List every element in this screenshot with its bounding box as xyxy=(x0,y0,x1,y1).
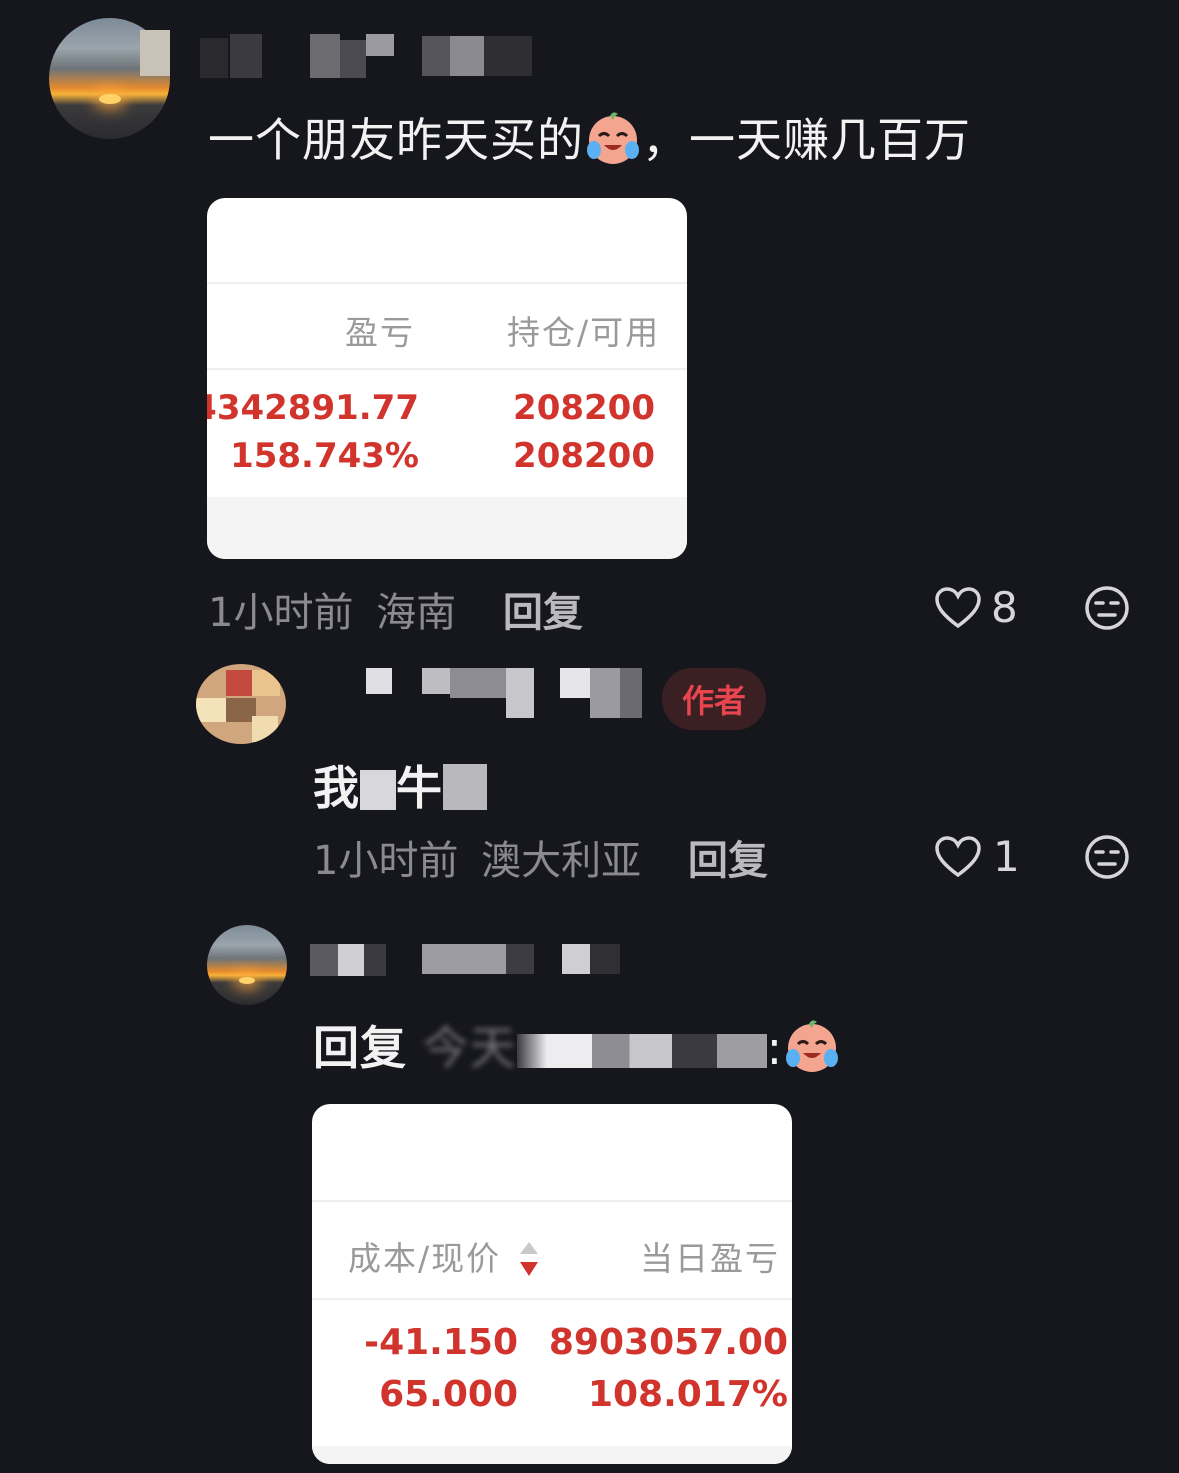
daily-pnl-percent: 108.017% xyxy=(587,1374,788,1415)
neutral-face-icon xyxy=(1085,586,1129,630)
crying-laughing-emoji xyxy=(587,112,639,164)
like-button[interactable]: 8 xyxy=(935,583,1025,635)
redacted-block xyxy=(516,1034,767,1068)
timestamp: 1小时前 xyxy=(208,590,354,636)
avatar[interactable] xyxy=(196,664,286,744)
daily-pnl-amount: 8903057.00 xyxy=(548,1322,788,1363)
reply-prefix: 回复 xyxy=(313,1021,407,1075)
reply-text: 我牛 xyxy=(313,752,487,818)
position-total: 208200 xyxy=(513,388,655,428)
quoted-text-redacted: 今天 xyxy=(422,1021,517,1075)
current-price: 65.000 xyxy=(379,1374,518,1415)
timestamp: 1小时前 xyxy=(313,838,459,884)
column-header-pnl: 盈亏 xyxy=(345,313,415,352)
sort-arrows-icon xyxy=(519,1242,538,1276)
comment-meta: 1小时前 海南 回复 xyxy=(208,580,583,638)
column-header-cost-price: 成本/现价 xyxy=(348,1232,540,1280)
author-badge: 作者 xyxy=(662,668,767,730)
column-header-daily-pnl: 当日盈亏 xyxy=(640,1239,780,1278)
avatar[interactable] xyxy=(207,925,287,1005)
neutral-face-icon xyxy=(1085,835,1129,879)
reply-button[interactable]: 回复 xyxy=(503,590,583,636)
reply-to-line: 回复 今天: xyxy=(313,1012,841,1078)
reply-button[interactable]: 回复 xyxy=(688,838,768,884)
dislike-button[interactable] xyxy=(1084,585,1130,635)
heart-outline-icon xyxy=(935,836,981,878)
pnl-amount: 4342891.77 xyxy=(207,388,419,428)
like-count: 1 xyxy=(993,832,1020,881)
pnl-percent: 158.743% xyxy=(230,436,419,476)
position-available: 208200 xyxy=(513,436,655,476)
comment-meta: 1小时前 澳大利亚 回复 xyxy=(313,828,768,886)
like-count: 8 xyxy=(991,583,1018,632)
redacted-char xyxy=(443,764,487,810)
crying-laughing-emoji xyxy=(786,1020,839,1072)
location: 澳大利亚 xyxy=(481,838,642,884)
redacted-char xyxy=(360,770,396,810)
column-header-position: 持仓/可用 xyxy=(507,313,661,352)
screenshot-card[interactable]: 成本/现价 当日盈亏 -41.150 65.000 8903057.00 108… xyxy=(312,1104,792,1464)
screenshot-card[interactable]: 盈亏 持仓/可用 4342891.77 158.743% 208200 2082… xyxy=(207,198,687,559)
cost-value: -41.150 xyxy=(364,1322,518,1363)
heart-outline-icon xyxy=(935,587,981,629)
comment-text: 一个朋友昨天买的 ，一天赚几百万 xyxy=(208,104,971,170)
location: 海南 xyxy=(376,590,457,636)
like-button[interactable]: 1 xyxy=(935,832,1025,884)
dislike-button[interactable] xyxy=(1084,834,1130,884)
